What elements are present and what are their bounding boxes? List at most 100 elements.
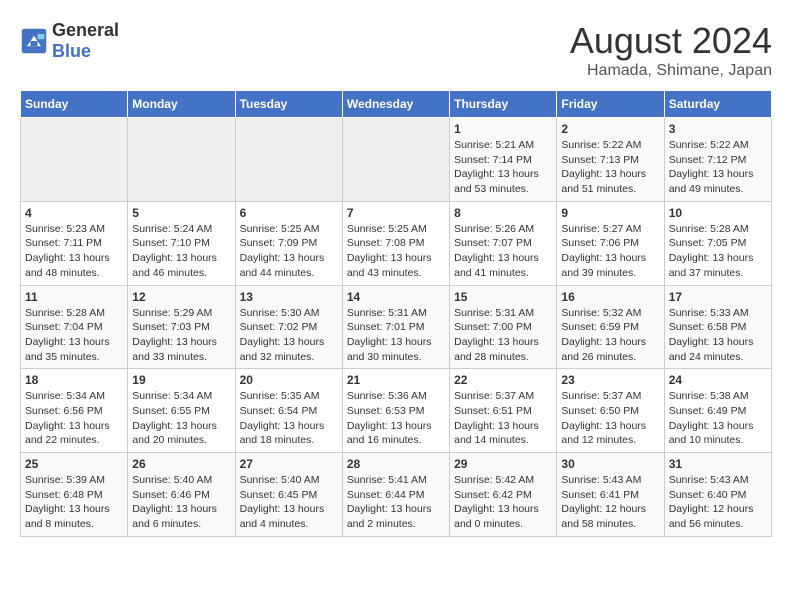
calendar-cell: 21Sunrise: 5:36 AM Sunset: 6:53 PM Dayli…: [342, 369, 449, 453]
calendar-cell: 25 Sunrise: 5:39 AM Sunset: 6:48 PM Dayli…: [21, 453, 128, 537]
calendar-cell: 17 Sunrise: 5:33 AM Sunset: 6:58 PM Dayli…: [664, 285, 771, 369]
calendar-cell: 16 Sunrise: 5:32 AM Sunset: 6:59 PM Dayli…: [557, 285, 664, 369]
calendar-cell: 9Sunrise: 5:27 AM Sunset: 7:06 PM Daylig…: [557, 201, 664, 285]
day-detail: Sunrise: 5:35 AM Sunset: 6:54 PM Dayligh…: [240, 389, 338, 448]
calendar-header: SundayMondayTuesdayWednesdayThursdayFrid…: [21, 91, 772, 118]
day-number: 11: [25, 290, 123, 304]
day-detail: Sunrise: 5:34 AM Sunset: 6:55 PM Dayligh…: [132, 389, 230, 448]
day-detail: Sunrise: 5:31 AM Sunset: 7:01 PM Dayligh…: [347, 306, 445, 365]
day-number: 22: [454, 373, 552, 387]
day-detail: Sunrise: 5:41 AM Sunset: 6:44 PM Dayligh…: [347, 473, 445, 532]
day-detail: Sunrise: 5:39 AM Sunset: 6:48 PM Dayligh…: [25, 473, 123, 532]
page-header: General Blue August 2024 Hamada, Shimane…: [20, 20, 772, 80]
weekday-header: Friday: [557, 91, 664, 118]
calendar-cell: [128, 118, 235, 202]
logo-general: General: [52, 20, 119, 40]
calendar-cell: 2Sunrise: 5:22 AM Sunset: 7:13 PM Daylig…: [557, 118, 664, 202]
day-detail: Sunrise: 5:28 AM Sunset: 7:05 PM Dayligh…: [669, 222, 767, 281]
logo-text: General Blue: [52, 20, 119, 62]
day-number: 31: [669, 457, 767, 471]
calendar-cell: 10 Sunrise: 5:28 AM Sunset: 7:05 PM Dayli…: [664, 201, 771, 285]
day-detail: Sunrise: 5:36 AM Sunset: 6:53 PM Dayligh…: [347, 389, 445, 448]
weekday-header: Saturday: [664, 91, 771, 118]
calendar-cell: 8 Sunrise: 5:26 AM Sunset: 7:07 PM Daylig…: [450, 201, 557, 285]
day-detail: Sunrise: 5:34 AM Sunset: 6:56 PM Dayligh…: [25, 389, 123, 448]
day-number: 7: [347, 206, 445, 220]
calendar-cell: [21, 118, 128, 202]
day-detail: Sunrise: 5:40 AM Sunset: 6:46 PM Dayligh…: [132, 473, 230, 532]
page-title: August 2024: [570, 20, 772, 62]
day-detail: Sunrise: 5:32 AM Sunset: 6:59 PM Dayligh…: [561, 306, 659, 365]
weekday-header: Monday: [128, 91, 235, 118]
calendar-cell: 1 Sunrise: 5:21 AM Sunset: 7:14 PM Daylig…: [450, 118, 557, 202]
calendar-body: 1 Sunrise: 5:21 AM Sunset: 7:14 PM Daylig…: [21, 118, 772, 537]
day-detail: Sunrise: 5:25 AM Sunset: 7:08 PM Dayligh…: [347, 222, 445, 281]
calendar-table: SundayMondayTuesdayWednesdayThursdayFrid…: [20, 90, 772, 537]
day-detail: Sunrise: 5:23 AM Sunset: 7:11 PM Dayligh…: [25, 222, 123, 281]
day-number: 28: [347, 457, 445, 471]
day-number: 3: [669, 122, 767, 136]
day-detail: Sunrise: 5:28 AM Sunset: 7:04 PM Dayligh…: [25, 306, 123, 365]
calendar-cell: 30Sunrise: 5:43 AM Sunset: 6:41 PM Dayli…: [557, 453, 664, 537]
logo-blue: Blue: [52, 41, 91, 61]
day-number: 10: [669, 206, 767, 220]
calendar-cell: 29Sunrise: 5:42 AM Sunset: 6:42 PM Dayli…: [450, 453, 557, 537]
calendar-cell: 3 Sunrise: 5:22 AM Sunset: 7:12 PM Daylig…: [664, 118, 771, 202]
weekday-header: Tuesday: [235, 91, 342, 118]
calendar-week-row: 11 Sunrise: 5:28 AM Sunset: 7:04 PM Dayli…: [21, 285, 772, 369]
calendar-cell: 12 Sunrise: 5:29 AM Sunset: 7:03 PM Dayli…: [128, 285, 235, 369]
logo-icon: [20, 27, 48, 55]
calendar-cell: 14 Sunrise: 5:31 AM Sunset: 7:01 PM Dayli…: [342, 285, 449, 369]
calendar-cell: 23 Sunrise: 5:37 AM Sunset: 6:50 PM Dayli…: [557, 369, 664, 453]
calendar-cell: 11 Sunrise: 5:28 AM Sunset: 7:04 PM Dayli…: [21, 285, 128, 369]
day-detail: Sunrise: 5:22 AM Sunset: 7:12 PM Dayligh…: [669, 138, 767, 197]
day-number: 20: [240, 373, 338, 387]
day-number: 2: [561, 122, 659, 136]
calendar-cell: 4Sunrise: 5:23 AM Sunset: 7:11 PM Daylig…: [21, 201, 128, 285]
day-number: 23: [561, 373, 659, 387]
calendar-cell: 27Sunrise: 5:40 AM Sunset: 6:45 PM Dayli…: [235, 453, 342, 537]
day-detail: Sunrise: 5:38 AM Sunset: 6:49 PM Dayligh…: [669, 389, 767, 448]
day-number: 8: [454, 206, 552, 220]
logo: General Blue: [20, 20, 119, 62]
day-detail: Sunrise: 5:24 AM Sunset: 7:10 PM Dayligh…: [132, 222, 230, 281]
day-number: 24: [669, 373, 767, 387]
calendar-cell: 19Sunrise: 5:34 AM Sunset: 6:55 PM Dayli…: [128, 369, 235, 453]
day-number: 18: [25, 373, 123, 387]
day-detail: Sunrise: 5:37 AM Sunset: 6:51 PM Dayligh…: [454, 389, 552, 448]
calendar-cell: 20 Sunrise: 5:35 AM Sunset: 6:54 PM Dayli…: [235, 369, 342, 453]
day-number: 12: [132, 290, 230, 304]
calendar-week-row: 25 Sunrise: 5:39 AM Sunset: 6:48 PM Dayli…: [21, 453, 772, 537]
day-detail: Sunrise: 5:37 AM Sunset: 6:50 PM Dayligh…: [561, 389, 659, 448]
day-detail: Sunrise: 5:40 AM Sunset: 6:45 PM Dayligh…: [240, 473, 338, 532]
calendar-cell: 6Sunrise: 5:25 AM Sunset: 7:09 PM Daylig…: [235, 201, 342, 285]
weekday-header: Thursday: [450, 91, 557, 118]
page-subtitle: Hamada, Shimane, Japan: [570, 62, 772, 80]
calendar-cell: 28 Sunrise: 5:41 AM Sunset: 6:44 PM Dayli…: [342, 453, 449, 537]
day-number: 15: [454, 290, 552, 304]
day-detail: Sunrise: 5:31 AM Sunset: 7:00 PM Dayligh…: [454, 306, 552, 365]
calendar-cell: [235, 118, 342, 202]
day-detail: Sunrise: 5:33 AM Sunset: 6:58 PM Dayligh…: [669, 306, 767, 365]
day-detail: Sunrise: 5:43 AM Sunset: 6:40 PM Dayligh…: [669, 473, 767, 532]
day-number: 13: [240, 290, 338, 304]
calendar-cell: 26Sunrise: 5:40 AM Sunset: 6:46 PM Dayli…: [128, 453, 235, 537]
day-number: 14: [347, 290, 445, 304]
day-detail: Sunrise: 5:25 AM Sunset: 7:09 PM Dayligh…: [240, 222, 338, 281]
day-number: 25: [25, 457, 123, 471]
calendar-week-row: 18 Sunrise: 5:34 AM Sunset: 6:56 PM Dayli…: [21, 369, 772, 453]
day-number: 9: [561, 206, 659, 220]
calendar-cell: 5Sunrise: 5:24 AM Sunset: 7:10 PM Daylig…: [128, 201, 235, 285]
calendar-week-row: 4Sunrise: 5:23 AM Sunset: 7:11 PM Daylig…: [21, 201, 772, 285]
calendar-cell: 7 Sunrise: 5:25 AM Sunset: 7:08 PM Daylig…: [342, 201, 449, 285]
title-block: August 2024 Hamada, Shimane, Japan: [570, 20, 772, 80]
day-detail: Sunrise: 5:21 AM Sunset: 7:14 PM Dayligh…: [454, 138, 552, 197]
calendar-cell: [342, 118, 449, 202]
day-detail: Sunrise: 5:29 AM Sunset: 7:03 PM Dayligh…: [132, 306, 230, 365]
calendar-cell: 15 Sunrise: 5:31 AM Sunset: 7:00 PM Dayli…: [450, 285, 557, 369]
day-detail: Sunrise: 5:26 AM Sunset: 7:07 PM Dayligh…: [454, 222, 552, 281]
day-number: 29: [454, 457, 552, 471]
day-number: 17: [669, 290, 767, 304]
day-number: 1: [454, 122, 552, 136]
day-number: 16: [561, 290, 659, 304]
